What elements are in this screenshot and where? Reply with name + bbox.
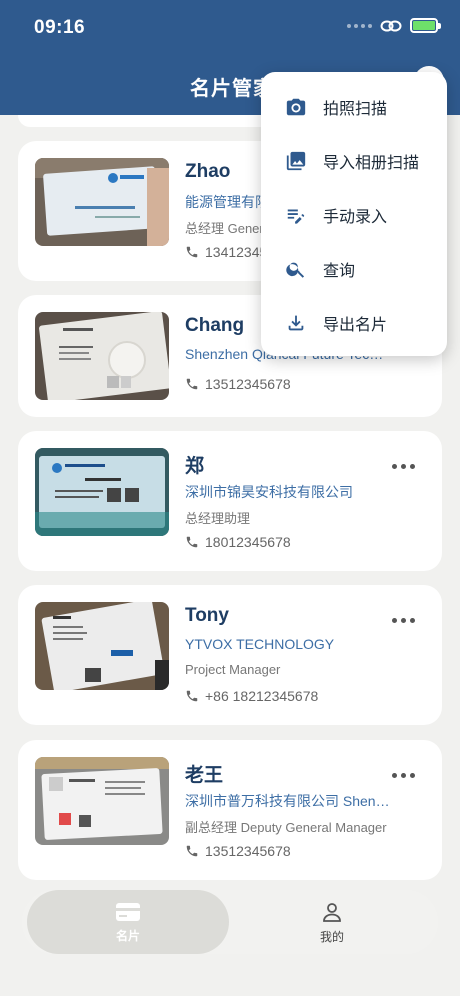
- card-photo: [35, 312, 169, 400]
- card-name: Zhao: [185, 161, 231, 182]
- business-card-item[interactable]: 郑 深圳市锦昊安科技有限公司 总经理助理 18012345678: [18, 431, 442, 571]
- card-phone-number: +86 18212345678: [205, 688, 319, 704]
- card-company: 深圳市锦昊安科技有限公司: [185, 484, 353, 500]
- more-options-button[interactable]: [392, 615, 418, 625]
- card-phone-number: 18012345678: [205, 534, 291, 550]
- phone-icon: [186, 845, 198, 857]
- tab-profile[interactable]: 我的: [231, 890, 433, 954]
- more-options-button[interactable]: [392, 461, 418, 471]
- business-card-item[interactable]: Tony YTVOX TECHNOLOGY Project Manager +8…: [18, 585, 442, 725]
- tab-label: 我的: [319, 929, 344, 944]
- card-name: Chang: [185, 315, 245, 336]
- more-options-button[interactable]: [392, 770, 418, 780]
- card-phone: 18012345678: [185, 534, 291, 550]
- card-phone-number: 13512345678: [205, 843, 291, 859]
- menu-item-label: 手动录入: [323, 209, 388, 226]
- card-name: Tony: [185, 605, 229, 626]
- card-job-title: 副总经理 Deputy General Manager: [185, 820, 387, 835]
- battery-icon: [410, 18, 441, 33]
- card-company: 深圳市普万科技有限公司 Shenzhen: [185, 793, 390, 809]
- card-photo: [35, 602, 169, 690]
- action-menu: 拍照扫描 导入相册扫描 手动录入 查询 导出名片: [261, 72, 447, 356]
- search-icon: [286, 262, 305, 278]
- menu-item-label: 导出名片: [323, 317, 388, 334]
- card-phone-number: 13512345678: [205, 376, 291, 392]
- edit-note-icon: [287, 209, 305, 224]
- menu-item-import-album[interactable]: 导入相册扫描: [261, 134, 447, 188]
- card-phone: 13512345678: [185, 843, 291, 859]
- tab-cards[interactable]: 名片: [27, 890, 229, 954]
- status-icons: [347, 18, 441, 33]
- phone-icon: [186, 378, 198, 390]
- card-photo: [35, 448, 169, 536]
- bottom-navigation: 名片 我的: [0, 885, 460, 996]
- card-name: 老王: [185, 765, 224, 786]
- camera-icon: [286, 98, 306, 116]
- menu-item-label: 拍照扫描: [323, 101, 388, 118]
- phone-icon: [186, 536, 198, 548]
- card-phone: +86 18212345678: [185, 688, 318, 704]
- menu-item-label: 查询: [323, 263, 356, 280]
- signal-icon: [347, 23, 372, 28]
- phone-icon: [186, 246, 198, 258]
- card-photo: [35, 158, 169, 246]
- business-card-item[interactable]: 老王 深圳市普万科技有限公司 Shenzhen 副总经理 Deputy Gene…: [18, 740, 442, 880]
- card-phone: 13512345678: [185, 376, 291, 392]
- tab-label: 名片: [115, 928, 140, 943]
- phone-icon: [186, 690, 198, 702]
- status-time: 09:16: [34, 17, 86, 38]
- card-company: YTVOX TECHNOLOGY: [185, 636, 335, 652]
- card-job-title: Project Manager: [185, 662, 281, 677]
- menu-item-export[interactable]: 导出名片: [261, 296, 447, 350]
- link-icon: [380, 20, 402, 31]
- menu-item-manual-entry[interactable]: 手动录入: [261, 188, 447, 242]
- card-name: 郑: [185, 456, 205, 477]
- card-photo: [35, 757, 169, 845]
- person-icon: [323, 902, 341, 922]
- download-icon: [288, 315, 304, 331]
- card-job-title: 总经理助理: [185, 511, 251, 526]
- card-icon: [116, 902, 140, 921]
- menu-item-search[interactable]: 查询: [261, 242, 447, 296]
- image-gallery-icon: [286, 151, 306, 171]
- menu-item-label: 导入相册扫描: [323, 155, 420, 172]
- menu-item-photo-scan[interactable]: 拍照扫描: [261, 80, 447, 134]
